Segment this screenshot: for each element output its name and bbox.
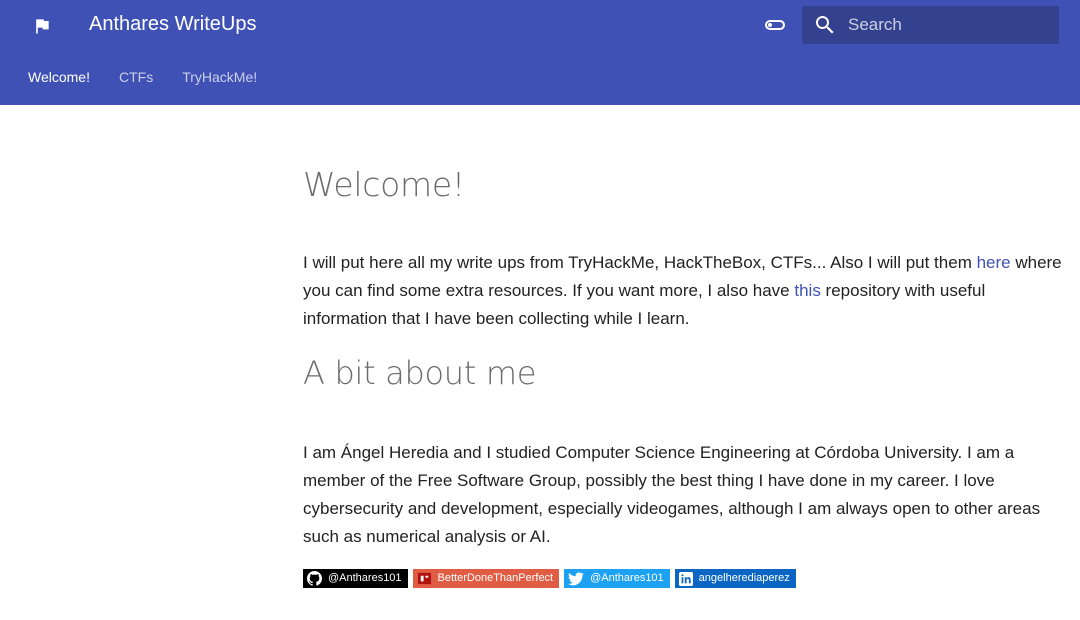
social-badges: @Anthares101 BetterDoneThanPerfect @Anth… — [303, 569, 801, 588]
tab-ctfs[interactable]: CTFs — [119, 69, 153, 85]
intro-paragraph: I will put here all my write ups from Tr… — [303, 249, 1063, 333]
page-title: Welcome! — [303, 165, 465, 204]
about-heading: A bit about me — [303, 354, 537, 392]
search-input[interactable] — [848, 15, 1048, 35]
toggle-theme-icon[interactable] — [762, 13, 788, 37]
this-link[interactable]: this — [794, 281, 820, 300]
site-title[interactable]: Anthares WriteUps — [89, 11, 256, 37]
blog-badge-label: BetterDoneThanPerfect — [437, 572, 554, 584]
tab-welcome[interactable]: Welcome! — [28, 69, 90, 85]
blog-badge[interactable]: BetterDoneThanPerfect — [412, 569, 560, 588]
header-bar: Anthares WriteUps Welcome! CTFs TryHackM… — [0, 0, 1080, 105]
github-badge-label: @Anthares101 — [328, 572, 402, 584]
twitter-icon — [568, 572, 584, 585]
search-icon[interactable] — [802, 6, 848, 44]
twitter-badge[interactable]: @Anthares101 — [564, 569, 670, 588]
intro-text-1: I will put here all my write ups from Tr… — [303, 253, 977, 272]
about-paragraph: I am Ángel Heredia and I studied Compute… — [303, 443, 1041, 546]
here-link[interactable]: here — [977, 253, 1011, 272]
linkedin-badge-label: angelherediaperez — [698, 572, 790, 584]
linkedin-badge[interactable]: angelherediaperez — [674, 569, 796, 588]
search-box[interactable] — [802, 6, 1059, 44]
nav-tabs: Welcome! CTFs TryHackMe! — [28, 69, 286, 85]
linkedin-icon — [678, 571, 693, 586]
flag-icon[interactable] — [28, 12, 56, 40]
twitter-badge-label: @Anthares101 — [590, 572, 664, 584]
github-badge[interactable]: @Anthares101 — [303, 569, 408, 588]
github-icon — [307, 571, 322, 586]
tab-tryhackme[interactable]: TryHackMe! — [182, 69, 257, 85]
blog-icon — [417, 572, 431, 585]
